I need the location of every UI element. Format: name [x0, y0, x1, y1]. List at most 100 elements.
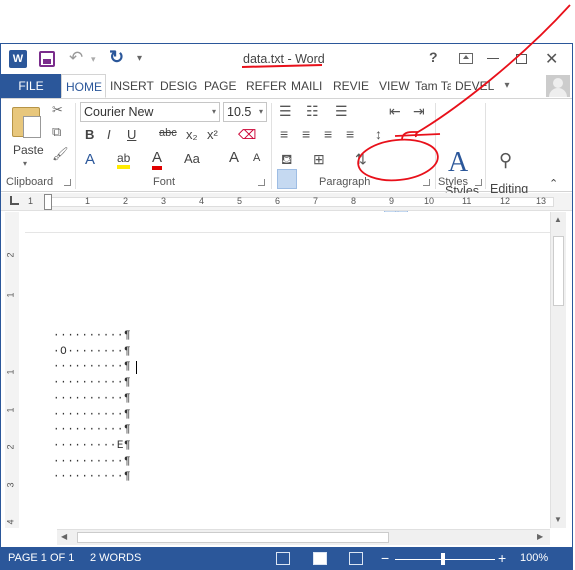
collapse-ribbon-icon[interactable]: ⌃ — [549, 177, 558, 190]
font-launcher-icon[interactable] — [258, 179, 265, 186]
document-line[interactable]: ··········¶ — [53, 376, 131, 392]
undo-dropdown-icon[interactable]: ▾ — [91, 54, 96, 65]
strikethrough-button[interactable]: abc — [159, 127, 177, 139]
minimize-button[interactable] — [487, 58, 499, 59]
tab-insert[interactable]: INSERT — [106, 74, 156, 98]
align-center-icon[interactable]: ≡ — [302, 126, 310, 142]
tab-home[interactable]: HOME — [61, 74, 106, 98]
indent-marker-icon[interactable] — [44, 194, 52, 210]
web-layout-icon[interactable] — [349, 552, 363, 565]
highlight-button[interactable]: ab — [117, 151, 131, 169]
close-button[interactable]: ✕ — [545, 49, 558, 69]
document-line[interactable]: ··········¶ — [53, 329, 131, 345]
copy-icon[interactable]: ⧉ — [52, 124, 61, 140]
cut-icon[interactable]: ✂ — [52, 102, 63, 118]
tab-references[interactable]: REFER — [242, 74, 287, 98]
tab-view[interactable]: VIEW — [375, 74, 411, 98]
binoculars-icon[interactable]: ⚲ — [499, 150, 512, 171]
subscript-button[interactable]: x₂ — [186, 127, 198, 142]
document-line[interactable]: ··········¶ — [53, 470, 131, 486]
italic-button[interactable]: I — [107, 127, 111, 142]
bold-button[interactable]: B — [85, 127, 94, 142]
scroll-right-icon[interactable]: ▶ — [537, 532, 543, 541]
user-avatar[interactable] — [546, 75, 570, 97]
horizontal-scrollbar[interactable]: ◀ ▶ — [57, 529, 550, 545]
ruler-number: 9 — [389, 196, 395, 206]
print-layout-icon[interactable] — [313, 552, 327, 565]
page-count[interactable]: PAGE 1 OF 1 — [8, 552, 74, 564]
grow-font-button[interactable]: A — [229, 149, 239, 166]
styles-icon[interactable]: A — [448, 147, 468, 179]
ruler-number: 7 — [313, 196, 319, 206]
save-icon[interactable] — [39, 51, 55, 67]
tabs-dropdown-icon[interactable]: ▾ — [497, 74, 517, 98]
clear-formatting-icon[interactable]: ⌫ — [238, 127, 256, 143]
read-mode-icon[interactable] — [276, 552, 290, 565]
borders-icon[interactable]: ⊞ — [313, 151, 325, 168]
tab-developer[interactable]: DEVEL — [451, 74, 497, 98]
scroll-up-icon[interactable]: ▲ — [554, 215, 562, 224]
tab-page-layout[interactable]: PAGE — [200, 74, 242, 98]
maximize-button[interactable] — [516, 54, 527, 64]
align-left-button[interactable] — [277, 169, 297, 189]
paragraph-launcher-icon[interactable] — [423, 179, 430, 186]
document-line[interactable]: ··········¶ — [53, 455, 131, 471]
styles-launcher-icon[interactable] — [475, 179, 482, 186]
scroll-left-icon[interactable]: ◀ — [61, 532, 67, 541]
font-size-select[interactable]: 10.5 ▾ — [223, 102, 267, 122]
bullets-icon[interactable]: ☰ — [279, 103, 292, 120]
font-name-select[interactable]: Courier New ▾ — [80, 102, 220, 122]
customize-arrow-icon[interactable]: ▾ — [137, 53, 142, 64]
zoom-slider-thumb[interactable] — [441, 553, 445, 565]
numbering-icon[interactable]: ☷ — [306, 103, 319, 120]
undo-icon[interactable]: ↶ — [69, 48, 83, 68]
redo-icon[interactable]: ↻ — [109, 47, 124, 68]
document-line[interactable]: ··········¶ — [53, 423, 131, 439]
document-line[interactable]: ·O········¶ — [53, 345, 131, 361]
paste-button[interactable]: Paste — [13, 143, 44, 157]
document-line[interactable]: ··········¶ — [53, 360, 131, 376]
clipboard-launcher-icon[interactable] — [64, 179, 71, 186]
align-right-icon[interactable]: ≡ — [324, 126, 332, 142]
change-case-button[interactable]: Aa — [184, 151, 200, 166]
zoom-in-button[interactable]: + — [498, 550, 506, 566]
superscript-button[interactable]: x² — [207, 127, 218, 142]
zoom-slider[interactable] — [395, 559, 495, 560]
decrease-indent-icon[interactable]: ⇤ — [389, 103, 401, 120]
word-icon[interactable]: W — [9, 50, 27, 68]
font-color-button[interactable]: A — [152, 149, 163, 170]
group-divider — [271, 103, 272, 189]
tab-tam-ta[interactable]: Tam Ta — [411, 74, 451, 98]
document-line[interactable]: ··········¶ — [53, 392, 131, 408]
sort-icon[interactable]: ⇅ — [355, 151, 367, 168]
tab-design[interactable]: DESIG — [156, 74, 200, 98]
line-spacing-icon[interactable]: ↕ — [375, 126, 382, 142]
tab-mailings[interactable]: MAILI — [287, 74, 329, 98]
vertical-scrollbar[interactable]: ▲ ▼ — [550, 212, 566, 528]
format-painter-icon[interactable]: 🖌 — [52, 146, 69, 162]
shrink-font-button[interactable]: A — [253, 152, 260, 164]
vertical-scroll-thumb[interactable] — [553, 236, 564, 306]
underline-button[interactable]: U — [127, 127, 136, 142]
zoom-out-button[interactable]: − — [381, 550, 389, 566]
tab-file[interactable]: FILE — [1, 74, 61, 98]
ribbon-display-options-button[interactable] — [459, 53, 473, 64]
horizontal-scroll-thumb[interactable] — [77, 532, 389, 543]
shading-icon[interactable]: ⛾ — [281, 151, 292, 170]
document-line[interactable]: ·········E¶ — [53, 439, 131, 455]
scroll-down-icon[interactable]: ▼ — [554, 515, 562, 524]
paragraph-group-label: Paragraph — [319, 176, 371, 188]
document-line[interactable]: ··········¶ — [53, 408, 131, 424]
increase-indent-icon[interactable]: ⇥ — [413, 103, 425, 120]
word-count[interactable]: 2 WORDS — [90, 552, 141, 564]
tab-selector-icon[interactable] — [10, 196, 19, 205]
paste-dropdown-icon[interactable]: ▾ — [23, 159, 27, 168]
tab-review[interactable]: REVIE — [329, 74, 375, 98]
paste-icon[interactable] — [12, 107, 41, 138]
zoom-level[interactable]: 100% — [520, 552, 548, 564]
justify-icon[interactable]: ≡ — [346, 126, 354, 142]
multilevel-list-icon[interactable]: ☰ — [335, 103, 348, 120]
document-area[interactable]: 2 1 1 1 2 3 4 ··········¶ ·O········¶ ··… — [1, 212, 550, 528]
help-button[interactable]: ? — [429, 49, 438, 65]
text-effects-button[interactable]: A — [85, 151, 95, 168]
